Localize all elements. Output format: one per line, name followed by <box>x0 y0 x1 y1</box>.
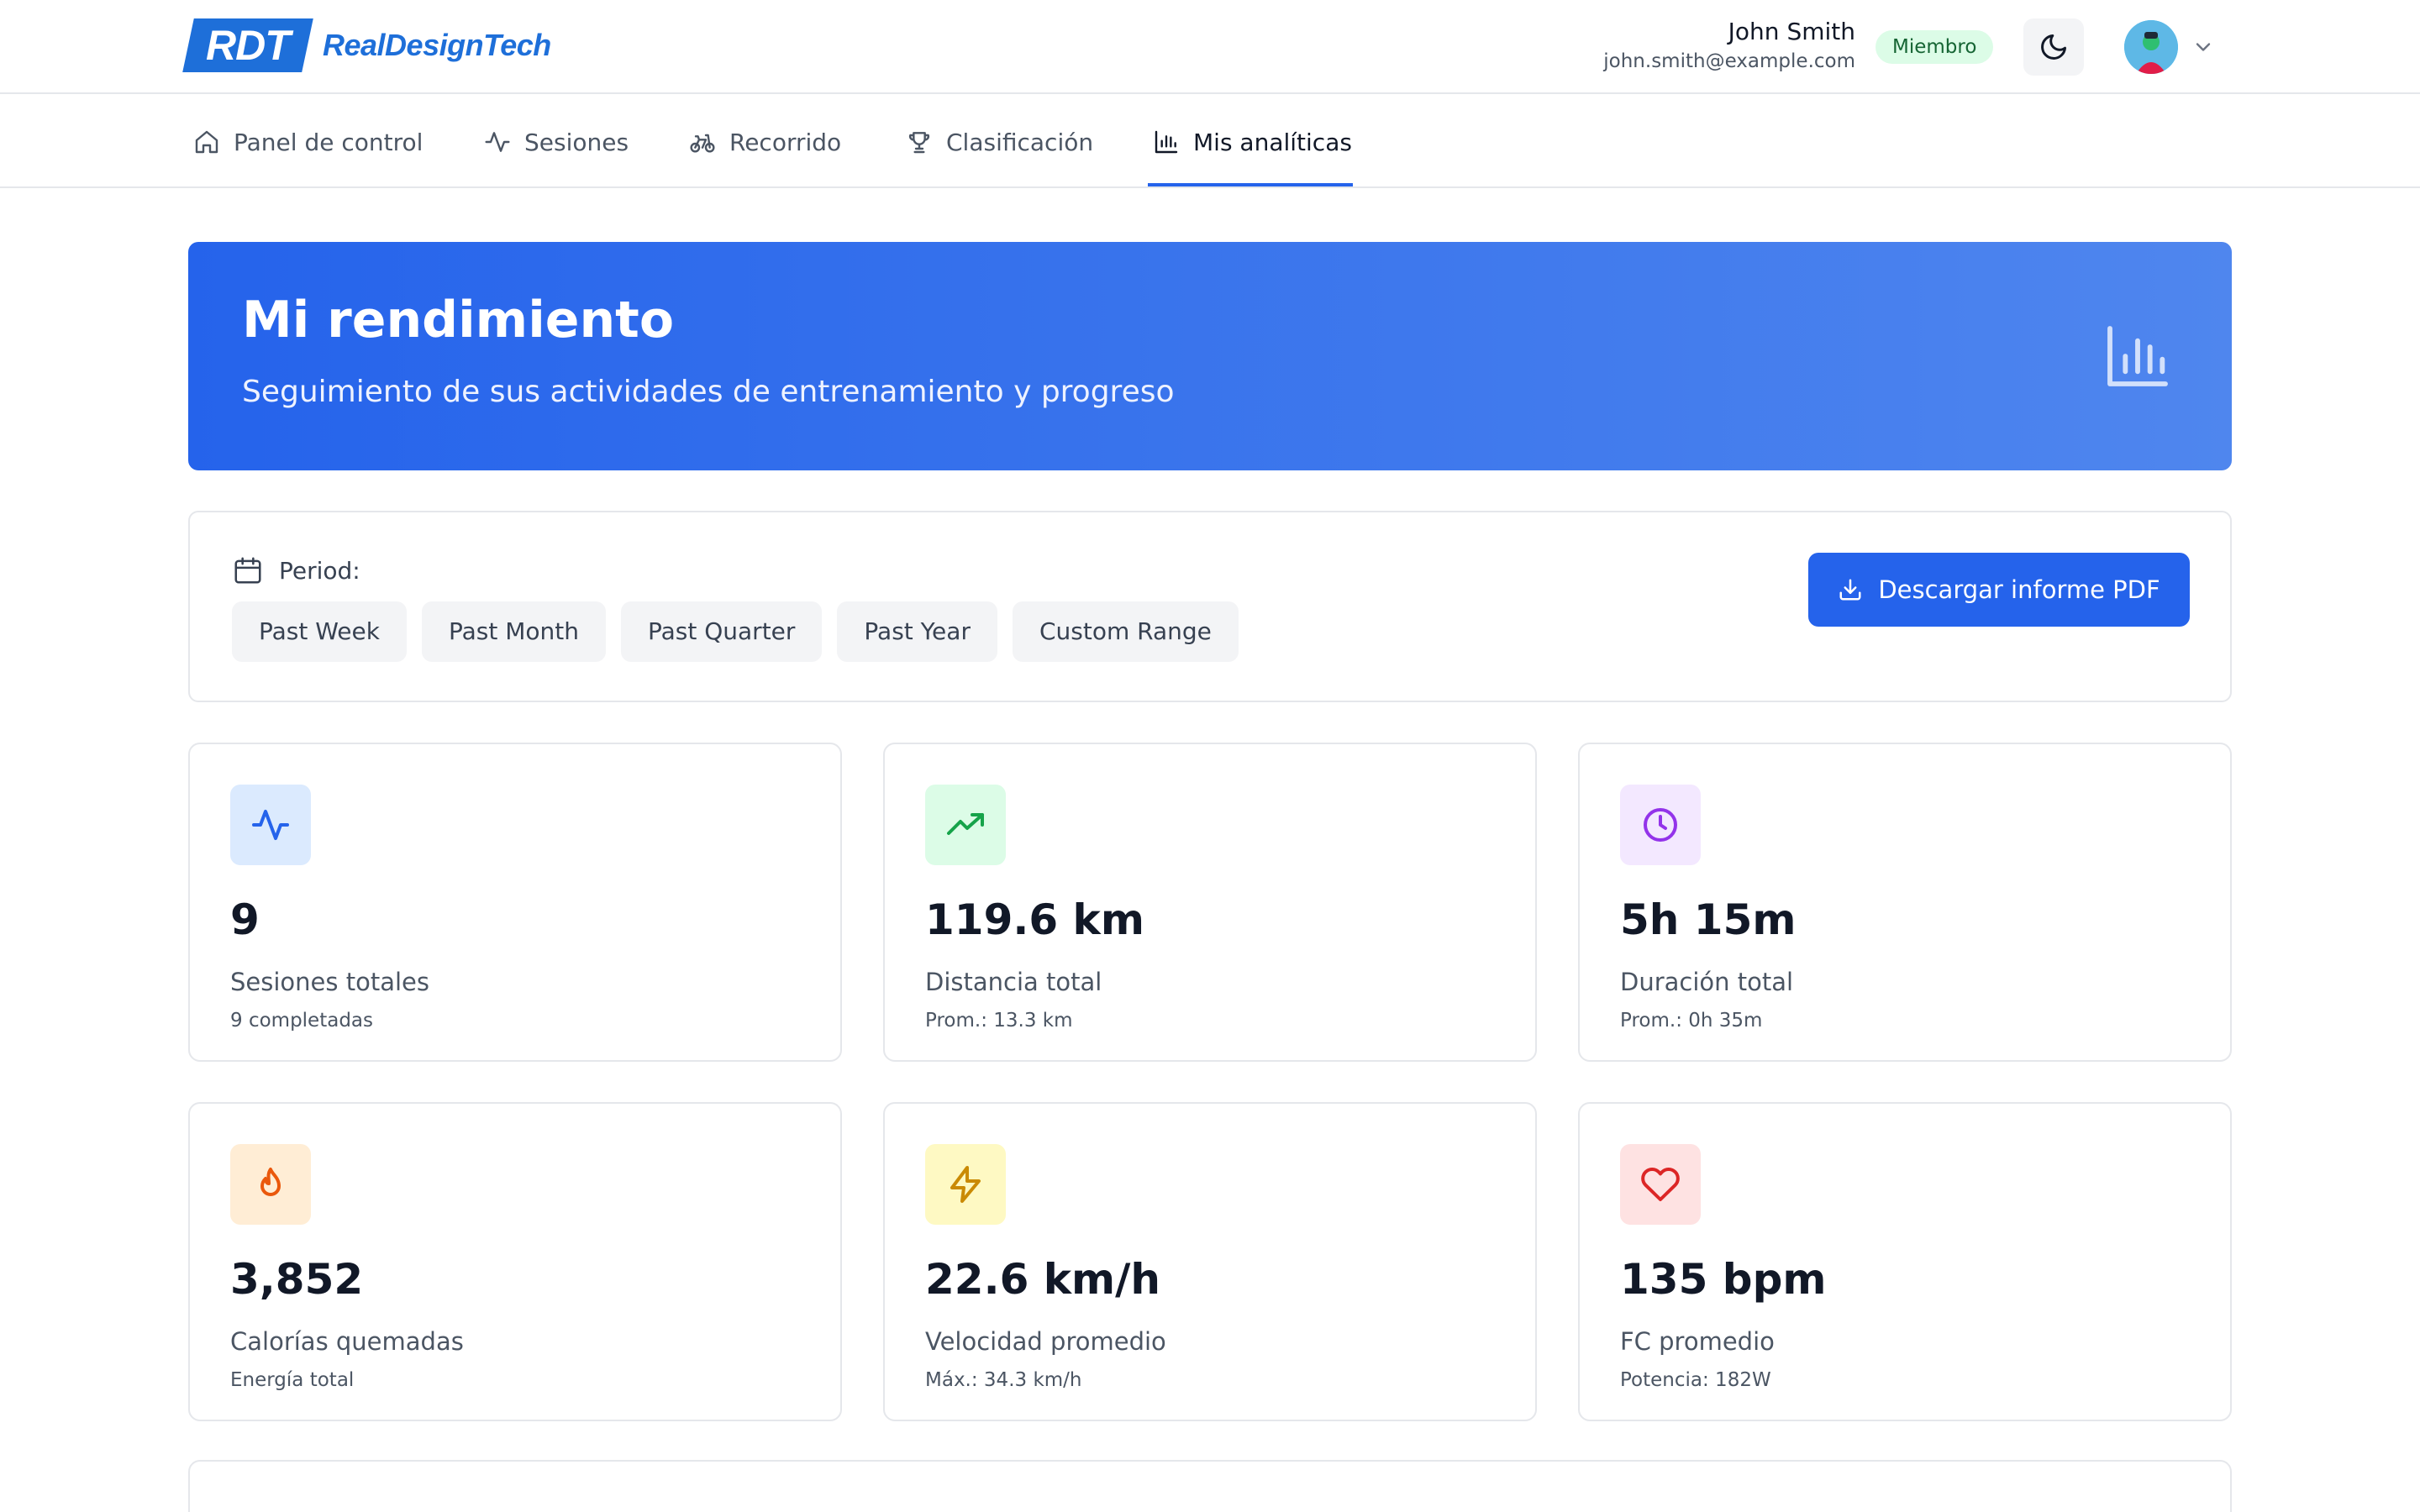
period-options: Past Week Past Month Past Quarter Past Y… <box>232 601 1239 662</box>
avatar-image <box>2124 20 2178 74</box>
stat-value: 5h 15m <box>1620 895 1797 944</box>
nav-item-route[interactable]: Recorrido <box>689 96 841 188</box>
stat-label: Sesiones totales <box>230 968 429 996</box>
nav-label: Recorrido <box>729 128 842 156</box>
stat-value: 3,852 <box>230 1255 364 1304</box>
stat-label: FC promedio <box>1620 1327 1775 1356</box>
trending-up-icon <box>947 813 984 835</box>
stat-sub: Prom.: 13.3 km <box>925 1010 1073 1032</box>
stat-label: Distancia total <box>925 968 1102 996</box>
stat-card-distance: 119.6 km Distancia total Prom.: 13.3 km <box>883 743 1537 1062</box>
active-tab-indicator <box>1148 183 1353 186</box>
stat-sub: Máx.: 34.3 km/h <box>925 1369 1082 1391</box>
period-past-month-button[interactable]: Past Month <box>421 601 606 662</box>
period-label: Period: <box>232 554 360 586</box>
period-filter-card: Period: Past Week Past Month Past Quarte… <box>188 511 2232 702</box>
chevron-down-icon[interactable] <box>2191 35 2215 59</box>
stat-icon-container <box>925 1144 1006 1225</box>
role-badge: Miembro <box>1876 30 1994 64</box>
stat-value: 119.6 km <box>925 895 1144 944</box>
stat-value: 9 <box>230 895 260 944</box>
stat-icon-container <box>230 1144 311 1225</box>
stat-label: Velocidad promedio <box>925 1327 1166 1356</box>
activity-icon <box>485 132 510 152</box>
stat-sub: 9 completadas <box>230 1010 373 1032</box>
main-nav: Panel de control Sesiones Recorrido Clas… <box>0 96 2420 188</box>
bar-chart-icon <box>1155 130 1178 154</box>
nav-item-dashboard[interactable]: Panel de control <box>193 96 423 188</box>
period-past-quarter-button[interactable]: Past Quarter <box>620 601 823 662</box>
user-info: John Smith john.smith@example.com <box>1603 17 1855 76</box>
download-icon <box>1839 579 1861 601</box>
stat-sub: Energía total <box>230 1369 355 1391</box>
theme-toggle-button[interactable] <box>2023 18 2084 76</box>
stat-card-calories: 3,852 Calorías quemadas Energía total <box>188 1102 842 1421</box>
period-past-week-button[interactable]: Past Week <box>232 601 407 662</box>
period-past-year-button[interactable]: Past Year <box>837 601 997 662</box>
home-icon <box>195 130 218 154</box>
nav-label: Mis analíticas <box>1193 128 1352 156</box>
calendar-icon <box>234 557 261 584</box>
moon-icon <box>2041 34 2066 60</box>
top-header: RDT RealDesignTech John Smith john.smith… <box>0 0 2420 94</box>
stat-value: 135 bpm <box>1620 1255 1827 1304</box>
stat-card-heart-rate: 135 bpm FC promedio Potencia: 182W <box>1578 1102 2232 1421</box>
nav-label: Clasificación <box>946 128 1094 156</box>
stat-icon-container <box>925 785 1006 865</box>
stat-icon-container <box>1620 1144 1701 1225</box>
page-subtitle: Seguimiento de sus actividades de entren… <box>242 375 1175 409</box>
nav-label: Sesiones <box>524 128 629 156</box>
clock-icon <box>1644 808 1677 842</box>
logo-text: RealDesignTech <box>323 28 551 62</box>
download-pdf-button[interactable]: Descargar informe PDF <box>1808 553 2190 627</box>
stat-label: Duración total <box>1620 968 1794 996</box>
next-section-card <box>188 1460 2232 1512</box>
period-custom-range-button[interactable]: Custom Range <box>1012 601 1239 662</box>
heart-icon <box>1641 1167 1680 1201</box>
flame-icon <box>260 1168 281 1196</box>
brand-logo[interactable]: RDT RealDesignTech <box>182 18 551 72</box>
stat-card-sessions: 9 Sesiones totales 9 completadas <box>188 743 842 1062</box>
stat-card-duration: 5h 15m Duración total Prom.: 0h 35m <box>1578 743 2232 1062</box>
nav-label: Panel de control <box>234 128 424 156</box>
avatar[interactable] <box>2124 20 2178 74</box>
stat-value: 22.6 km/h <box>925 1255 1160 1304</box>
stat-card-speed: 22.6 km/h Velocidad promedio Máx.: 34.3 … <box>883 1102 1537 1421</box>
user-name: John Smith <box>1728 18 1855 45</box>
bar-chart-icon <box>2107 326 2168 386</box>
bike-icon <box>690 134 715 153</box>
zap-icon <box>950 1166 981 1203</box>
stat-sub: Potencia: 182W <box>1620 1369 1771 1391</box>
user-email: john.smith@example.com <box>1603 50 1855 72</box>
nav-item-analytics[interactable]: Mis analíticas <box>1153 96 1352 188</box>
stat-icon-container <box>1620 785 1701 865</box>
trophy-icon <box>908 132 930 154</box>
stat-label: Calorías quemadas <box>230 1327 464 1356</box>
stat-icon-container <box>230 785 311 865</box>
page-title: Mi rendimiento <box>242 291 675 349</box>
nav-item-sessions[interactable]: Sesiones <box>484 96 629 188</box>
activity-icon <box>252 810 289 840</box>
stat-sub: Prom.: 0h 35m <box>1620 1010 1763 1032</box>
hero-banner: Mi rendimiento Seguimiento de sus activi… <box>188 242 2232 470</box>
logo-mark: RDT <box>182 18 313 72</box>
nav-item-ranking[interactable]: Clasificación <box>906 96 1093 188</box>
